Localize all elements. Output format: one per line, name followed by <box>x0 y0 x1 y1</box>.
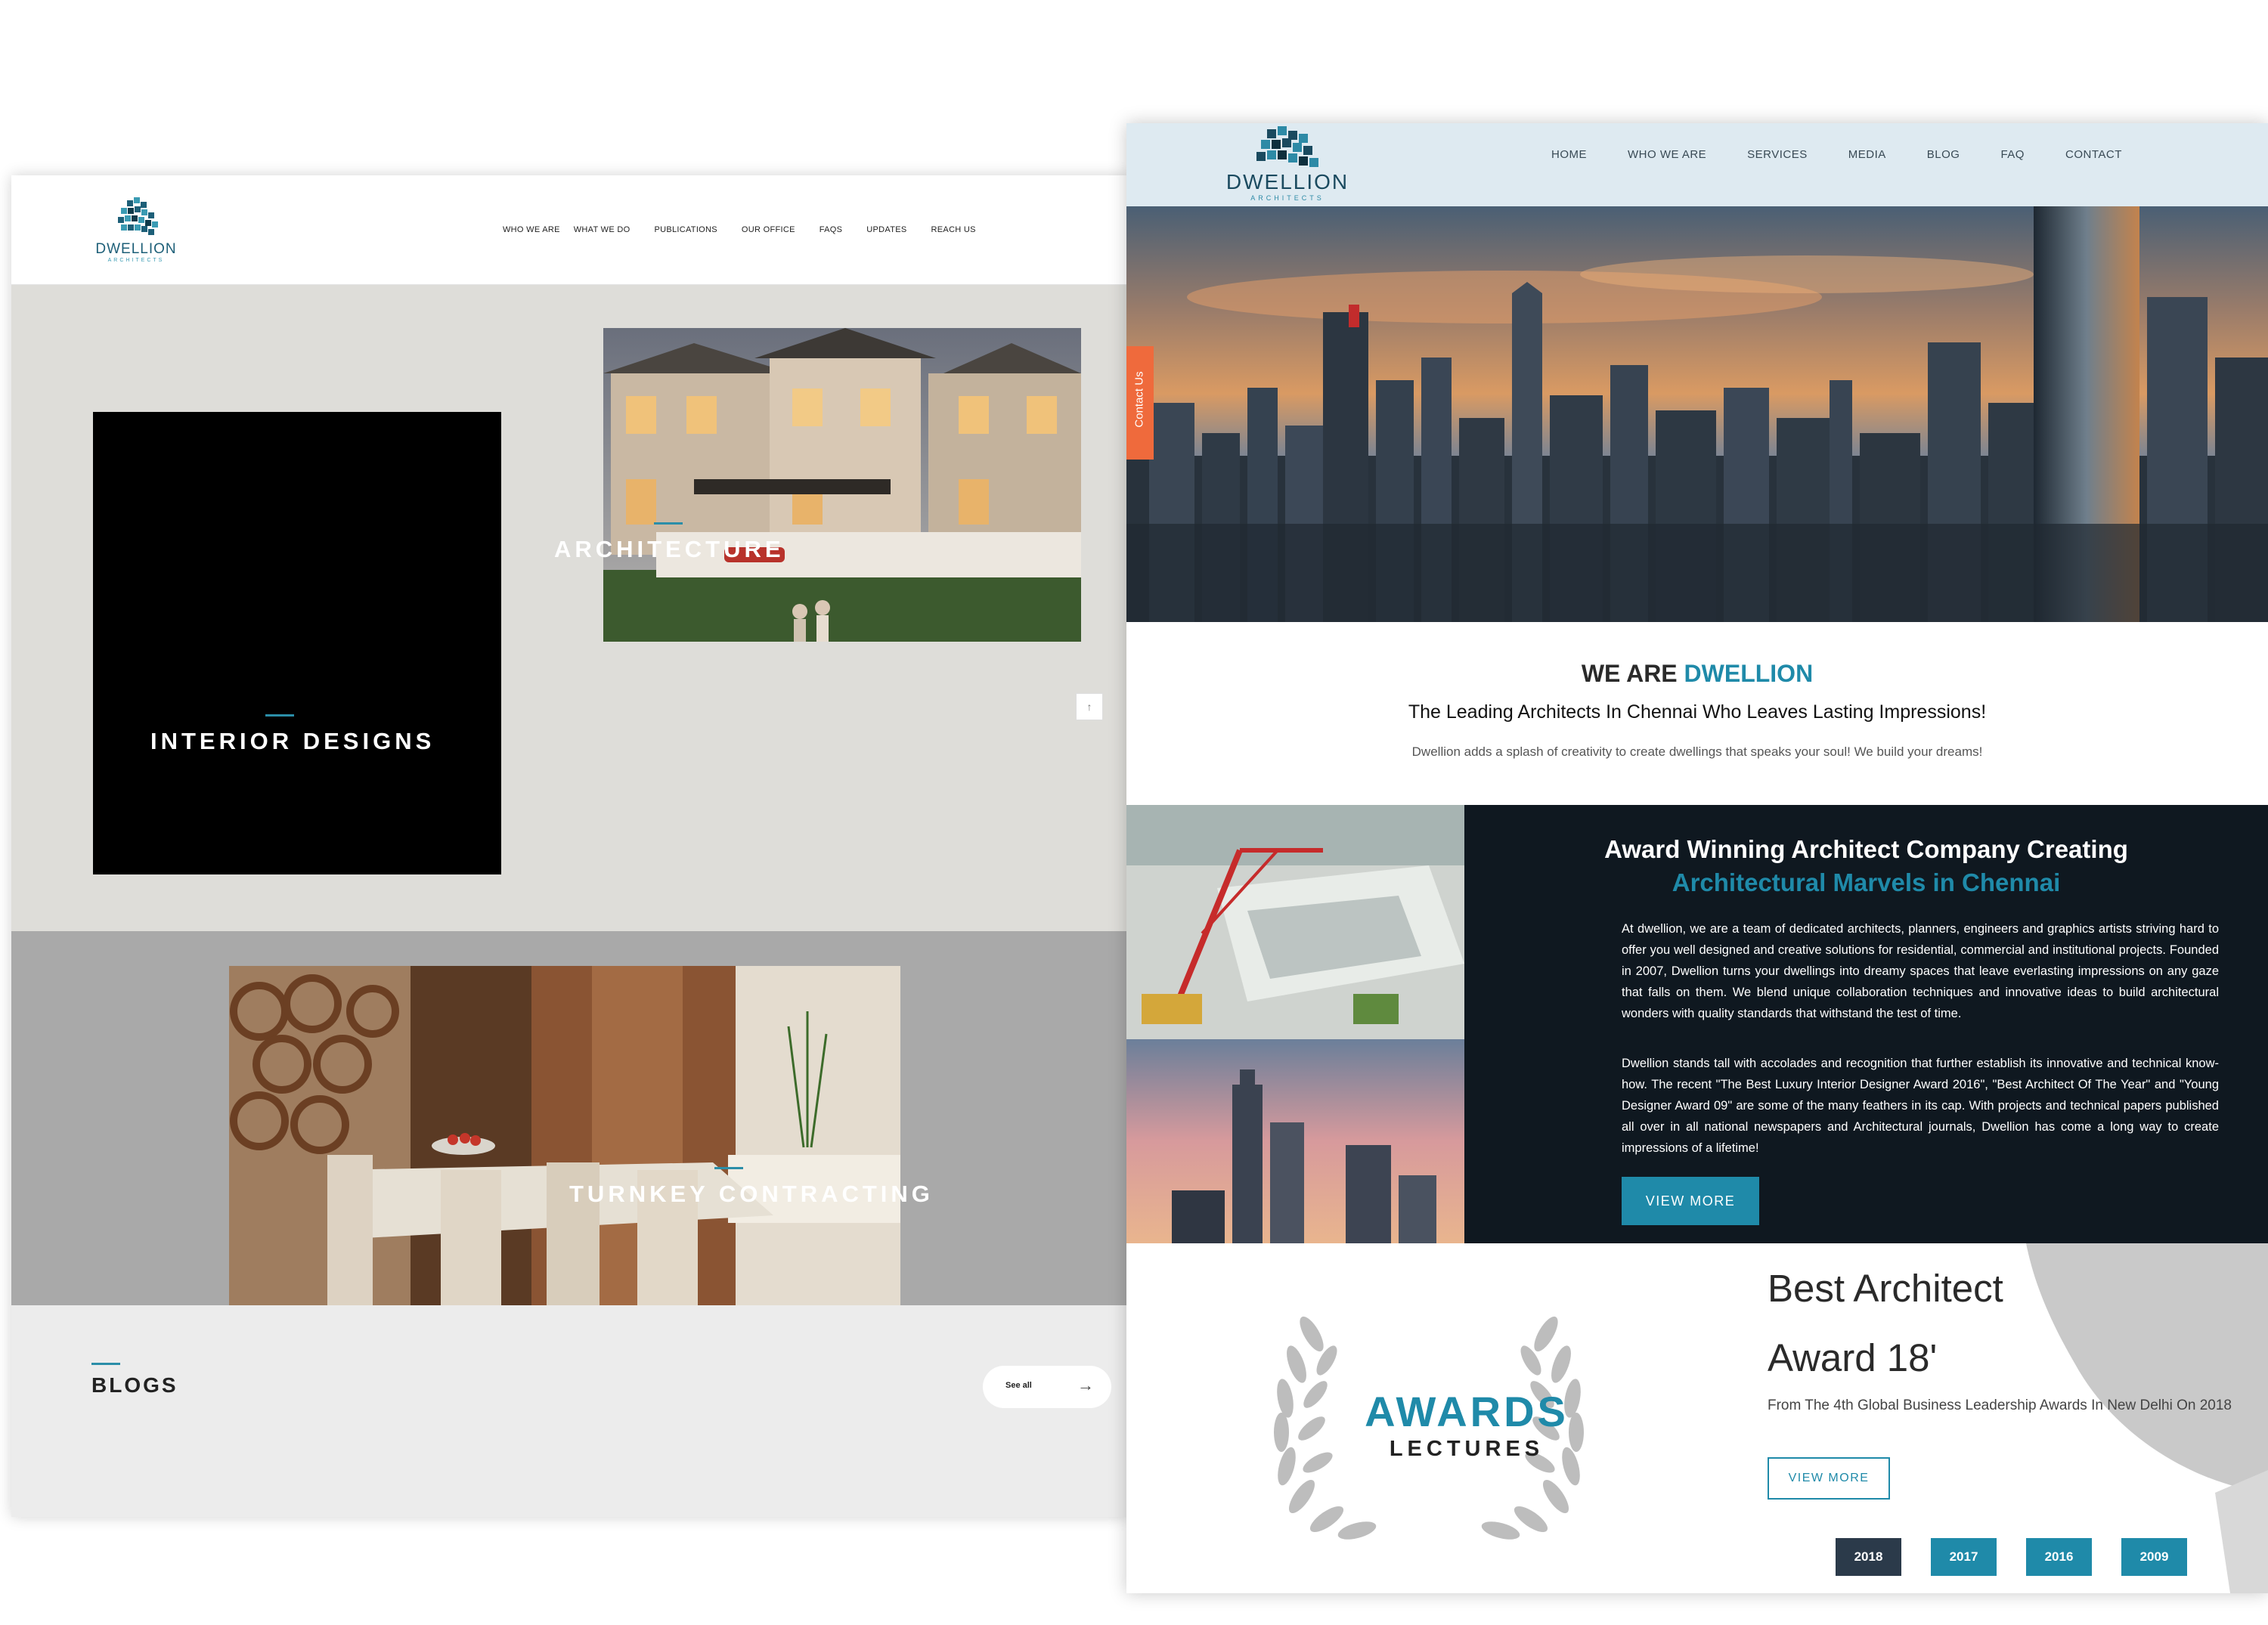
year-tab-2016[interactable]: 2016 <box>2026 1538 2092 1576</box>
nav-faq[interactable]: FAQ <box>2000 148 2025 161</box>
nav-media[interactable]: MEDIA <box>1848 148 1886 161</box>
scroll-up-button[interactable]: ↑ <box>1076 693 1103 720</box>
right-nav: HOME WHO WE ARE SERVICES MEDIA BLOG FAQ … <box>1551 148 2163 161</box>
intro-text: Dwellion adds a splash of creativity to … <box>1411 744 1983 759</box>
nav-blog[interactable]: BLOG <box>1927 148 1960 161</box>
turnkey-section: TURNKEY CONTRACTING <box>11 931 1130 1305</box>
turnkey-image[interactable] <box>229 966 900 1305</box>
nav-services[interactable]: SERVICES <box>1747 148 1808 161</box>
awards-badge-title: AWARDS <box>1365 1388 1569 1435</box>
left-logo-sub: ARCHITECTS <box>107 258 165 263</box>
left-hero-section: INTERIOR DESIGNS ARCHITECTURE ↑ <box>11 285 1130 931</box>
city-skyline-hero <box>1126 206 2268 622</box>
left-nav-reach-us[interactable]: REACH US <box>931 225 976 234</box>
teal-divider <box>265 714 294 717</box>
about-view-more-button[interactable]: VIEW MORE <box>1622 1177 1759 1225</box>
nav-contact[interactable]: CONTACT <box>2065 148 2122 161</box>
teal-divider <box>714 1167 743 1169</box>
year-tab-2017[interactable]: 2017 <box>1931 1538 1997 1576</box>
left-nav-updates[interactable]: UPDATES <box>866 225 906 234</box>
interior-designs-label: INTERIOR DESIGNS <box>150 728 435 754</box>
right-logo[interactable]: DWELLION ARCHITECTS <box>1216 123 1359 206</box>
left-nav-who-we-are[interactable]: WHO WE ARE <box>503 225 560 234</box>
intro-tagline: The Leading Architects In Chennai Who Le… <box>1408 701 1987 723</box>
nav-home[interactable]: HOME <box>1551 148 1587 161</box>
left-logo[interactable]: DWELLION ARCHITECTS <box>91 194 181 266</box>
about-title-line2: Architectural Marvels in Chennai <box>1672 868 2061 896</box>
award-description: From The 4th Global Business Leadership … <box>1768 1398 2232 1413</box>
building-logo-icon <box>118 197 158 235</box>
right-page-screenshot: DWELLION ARCHITECTS HOME WHO WE ARE SERV… <box>1126 123 2268 1593</box>
we-are-accent: DWELLION <box>1684 660 1814 687</box>
teal-divider <box>91 1363 120 1365</box>
left-nav: WHO WE ARE WHAT WE DO PUBLICATIONS OUR O… <box>503 225 1000 234</box>
contact-us-tab[interactable]: Contact Us <box>1126 346 1154 460</box>
architecture-image[interactable] <box>603 328 1081 642</box>
about-paragraph-1: At dwellion, we are a team of dedicated … <box>1622 922 2219 1020</box>
building-logo-icon <box>1256 126 1318 167</box>
left-nav-faqs[interactable]: FAQS <box>820 225 843 234</box>
left-nav-what-we-do[interactable]: WHAT WE DO <box>574 225 631 234</box>
we-are-prefix: WE ARE <box>1581 660 1684 687</box>
about-title-line1: Award Winning Architect Company Creating <box>1604 835 2128 863</box>
nav-who-we-are[interactable]: WHO WE ARE <box>1628 148 1706 161</box>
right-logo-name: DWELLION <box>1225 170 1349 193</box>
blogs-section: BLOGS See all → <box>11 1305 1130 1517</box>
year-tab-2018[interactable]: 2018 <box>1836 1538 1901 1576</box>
see-all-button[interactable]: See all → <box>983 1366 1111 1408</box>
left-nav-our-office[interactable]: OUR OFFICE <box>742 225 795 234</box>
right-header: DWELLION ARCHITECTS HOME WHO WE ARE SERV… <box>1126 123 2268 206</box>
see-all-label: See all <box>1005 1381 1032 1390</box>
interior-designs-card[interactable]: INTERIOR DESIGNS <box>93 412 501 874</box>
award-view-more-button[interactable]: VIEW MORE <box>1768 1457 1890 1500</box>
left-nav-publications[interactable]: PUBLICATIONS <box>654 225 717 234</box>
blogs-title: BLOGS <box>91 1373 178 1397</box>
awards-badge-subtitle: LECTURES <box>1389 1437 1545 1461</box>
year-tab-2009[interactable]: 2009 <box>2121 1538 2187 1576</box>
left-page-screenshot: DWELLION ARCHITECTS WHO WE ARE WHAT WE D… <box>11 175 1130 1517</box>
skyscrapers-image <box>1126 1039 1464 1243</box>
architecture-label: ARCHITECTURE <box>554 536 785 562</box>
about-paragraph-2: Dwellion stands tall with accolades and … <box>1622 1057 2219 1155</box>
left-logo-name: DWELLION <box>95 241 177 257</box>
construction-model-image <box>1126 805 1464 1039</box>
right-logo-sub: ARCHITECTS <box>1250 194 1325 202</box>
arrow-right-icon: → <box>1077 1376 1094 1394</box>
contact-us-label: Contact Us <box>1132 371 1146 428</box>
we-are-heading: WE ARE DWELLION <box>1126 660 2268 688</box>
awards-section: AWARDS LECTURES Best Architect Award 18'… <box>1126 1243 2268 1593</box>
award-title-line1: Best Architect <box>1768 1267 2003 1310</box>
turnkey-contracting-label: TURNKEY CONTRACTING <box>569 1181 934 1207</box>
award-title-line2: Award 18' <box>1768 1336 1938 1379</box>
left-header: DWELLION ARCHITECTS WHO WE ARE WHAT WE D… <box>11 175 1130 285</box>
about-section: Award Winning Architect Company Creating… <box>1126 805 2268 1243</box>
teal-divider <box>654 522 683 525</box>
